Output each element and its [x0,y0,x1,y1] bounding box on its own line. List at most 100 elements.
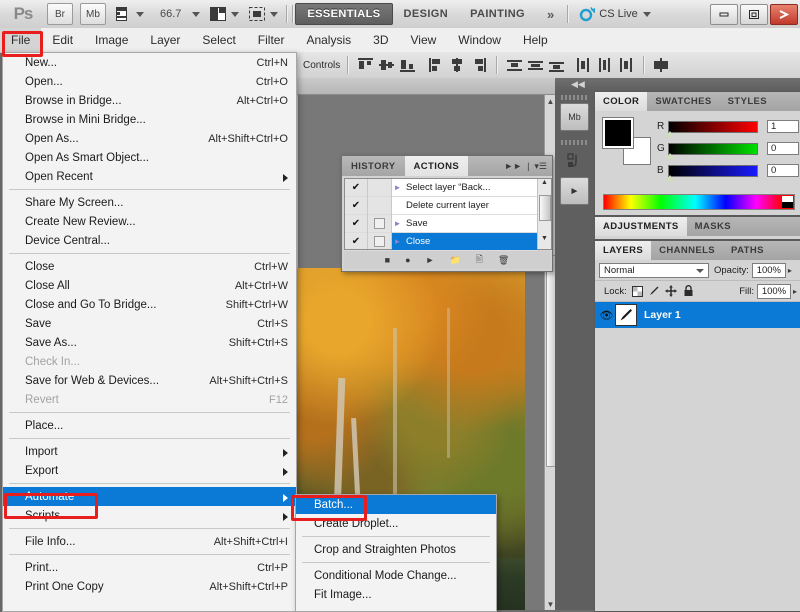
file-menu-item-browse-in-mini-bridge[interactable]: Browse in Mini Bridge... [3,110,296,129]
view-extras-button[interactable] [116,3,144,25]
layer-visibility-eye-icon[interactable]: 👁 [598,309,615,322]
lock-transparency-icon[interactable] [631,285,644,298]
opacity-field[interactable]: 100% [751,262,786,278]
file-menu-item-create-new-review[interactable]: Create New Review... [3,212,296,231]
file-menu-item-print[interactable]: Print... Ctrl+P [3,558,296,577]
slider-thumb-icon[interactable] [666,174,674,181]
tab-actions[interactable]: ACTIONS [404,156,469,176]
file-menu-item-open-as-smart-object[interactable]: Open As Smart Object... [3,148,296,167]
align-left-edges-icon[interactable] [429,58,444,72]
layers-list-empty-area[interactable] [595,328,800,611]
file-menu-item-open-as[interactable]: Open As... Alt+Shift+Ctrl+O [3,129,296,148]
action-checkbox[interactable]: ✔ [345,197,367,215]
distribute-right-edges-icon[interactable] [618,58,633,72]
tab-channels[interactable]: CHANNELS [651,241,723,260]
red-value-field[interactable]: 1 [767,120,799,133]
file-menu-item-export[interactable]: Export [3,461,296,480]
tab-swatches[interactable]: SWATCHES [647,92,719,111]
action-dialog-toggle[interactable] [368,215,391,233]
file-menu-item-file-info[interactable]: File Info... Alt+Shift+Ctrl+I [3,532,296,551]
tab-adjustments[interactable]: ADJUSTMENTS [595,217,687,236]
lock-position-icon[interactable] [665,285,678,298]
distribute-vertical-centers-icon[interactable] [528,58,544,72]
tab-layers[interactable]: LAYERS [595,241,652,260]
file-menu-item-scripts[interactable]: Scripts [3,506,296,525]
green-value-field[interactable]: 0 [767,142,799,155]
file-menu-item-close[interactable]: Close Ctrl+W [3,257,296,276]
disclosure-triangle-icon[interactable]: ► [392,237,403,246]
slider-thumb-icon[interactable] [666,152,674,159]
layer-row-layer-1[interactable]: 👁 Layer 1 [595,302,800,328]
file-menu-item-automate[interactable]: Automate [3,487,296,506]
file-menu-item-import[interactable]: Import [3,442,296,461]
actions-icon[interactable]: ► [560,177,589,205]
action-checkbox[interactable]: ✔ [345,179,367,197]
workspace-tab-essentials[interactable]: ESSENTIALS [295,3,393,25]
scroll-up-arrow-icon[interactable]: ▲ [538,179,551,193]
align-right-edges-icon[interactable] [471,58,487,72]
file-menu-item-share-my-screen[interactable]: Share My Screen... [3,193,296,212]
distribute-horizontal-centers-icon[interactable] [597,58,612,72]
history-icon[interactable] [561,148,588,174]
new-action-icon[interactable]: 🖹 [476,252,483,268]
close-button[interactable] [770,3,798,25]
lock-image-icon[interactable] [648,285,661,298]
scroll-down-arrow-icon[interactable]: ▼ [538,235,551,249]
file-menu-item-open-recent[interactable]: Open Recent [3,167,296,186]
fill-stepper-icon[interactable]: ▸ [793,287,797,296]
dock-collapse-bar[interactable]: ◀◀ [555,78,800,91]
action-row[interactable]: ► Select layer “Back... [392,179,537,197]
record-icon[interactable]: ● [405,255,410,265]
blue-slider-track[interactable] [666,164,758,181]
menu-item-3d[interactable]: 3D [362,28,399,52]
distribute-bottom-edges-icon[interactable] [549,58,565,72]
action-row[interactable]: Delete current layer [392,197,537,215]
rail-grip[interactable] [560,140,589,145]
automate-menu-item-batch[interactable]: Batch... [296,495,496,514]
opacity-stepper-icon[interactable]: ▸ [788,266,792,275]
distribute-left-edges-icon[interactable] [576,58,591,72]
automate-menu-item-fit-image[interactable]: Fit Image... [296,585,496,604]
launch-mini-bridge-button[interactable]: Mb [80,3,106,25]
document-tab-bar[interactable] [295,78,555,95]
red-slider-track[interactable] [666,120,758,137]
action-dialog-toggle[interactable] [368,179,391,197]
menu-item-edit[interactable]: Edit [41,28,84,52]
automate-menu-item-create-droplet[interactable]: Create Droplet... [296,514,496,533]
cs-live-button[interactable]: CS Live [579,6,651,22]
action-dialog-toggle[interactable] [368,233,391,251]
align-bottom-edges-icon[interactable] [400,58,416,72]
disclosure-triangle-icon[interactable]: ► [392,183,403,192]
file-menu-item-device-central[interactable]: Device Central... [3,231,296,250]
launch-bridge-button[interactable]: Br [47,3,73,25]
collapse-panels-icon[interactable]: ◀◀ [571,79,585,90]
workspace-tab-design[interactable]: DESIGN [393,4,460,24]
auto-align-layers-icon[interactable] [654,58,669,72]
actions-list[interactable]: ✔ ✔ ✔ ✔ ► Select layer “Back... Delete c… [344,178,552,251]
file-menu-item-save-as[interactable]: Save As... Shift+Ctrl+S [3,333,296,352]
menu-item-filter[interactable]: Filter [247,28,296,52]
file-menu-item-new[interactable]: New... Ctrl+N [3,53,296,72]
file-menu-item-save-for-web-and-devices[interactable]: Save for Web & Devices... Alt+Shift+Ctrl… [3,371,296,390]
menu-item-analysis[interactable]: Analysis [295,28,362,52]
workspace-tab-painting[interactable]: PAINTING [459,4,536,24]
scrollbar-thumb[interactable] [539,195,551,221]
green-slider-track[interactable] [666,142,758,159]
file-menu-item-close-all[interactable]: Close All Alt+Ctrl+W [3,276,296,295]
blue-value-field[interactable]: 0 [767,164,799,177]
align-top-edges-icon[interactable] [358,58,374,72]
tab-styles[interactable]: STYLES [720,92,775,111]
foreground-color-swatch[interactable] [602,117,634,149]
new-set-icon[interactable]: 📁 [449,255,460,266]
menu-item-help[interactable]: Help [512,28,559,52]
file-menu-item-save[interactable]: Save Ctrl+S [3,314,296,333]
delete-icon[interactable]: 🗑 [498,255,509,266]
slider-thumb-icon[interactable] [666,130,674,137]
stop-icon[interactable]: ■ [385,255,390,265]
menu-item-layer[interactable]: Layer [139,28,191,52]
menu-item-window[interactable]: Window [447,28,512,52]
tab-color[interactable]: COLOR [595,92,648,111]
action-checkbox[interactable]: ✔ [345,215,367,233]
layer-thumbnail[interactable] [615,304,637,326]
restore-button[interactable] [740,3,768,25]
